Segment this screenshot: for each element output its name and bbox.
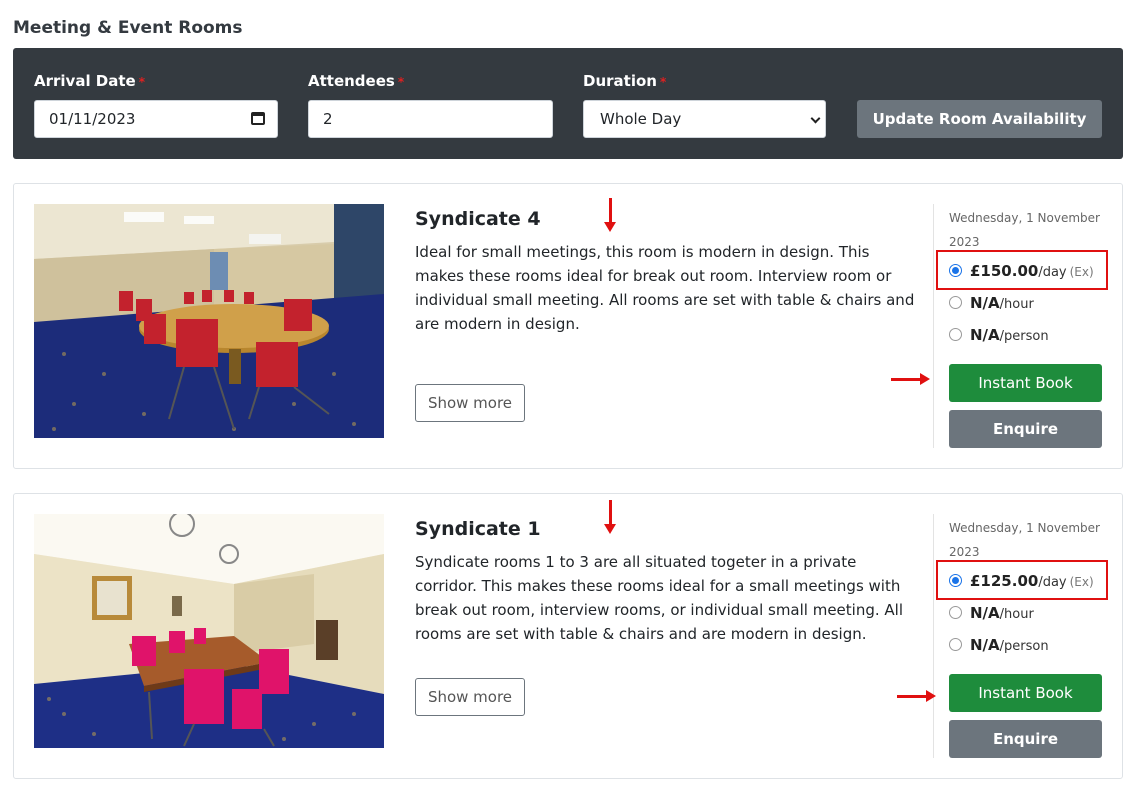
price-option-person[interactable]: N/A/person [949,326,1049,344]
price-option-hour[interactable]: N/A/hour [949,294,1034,312]
radio-hour[interactable] [949,606,962,619]
radio-person[interactable] [949,328,962,341]
calendar-icon[interactable] [251,112,265,125]
chevron-down-icon [810,113,821,124]
attendees-label: Attendees [308,72,395,90]
room-photo [34,514,384,748]
show-more-button[interactable]: Show more [415,678,525,716]
enquire-button[interactable]: Enquire [949,410,1102,448]
price-option-day[interactable]: £150.00/day (Ex) [949,262,1094,280]
radio-person[interactable] [949,638,962,651]
availability-search-bar: Arrival Date * 01/11/2023 Attendees * 2 Du… [13,48,1123,159]
room-card-syndicate-1: Syndicate 1 Syndicate rooms 1 to 3 are a… [13,493,1123,779]
duration-label: Duration [583,72,657,90]
annotation-arrow [604,198,616,232]
availability-date: Wednesday, 1 November 2023 [949,521,1100,559]
update-room-availability-button[interactable]: Update Room Availability [857,100,1102,138]
required-mark: * [659,75,667,89]
attendees-field: Attendees * 2 [308,71,553,138]
room-card-syndicate-4: Syndicate 4 Ideal for small meetings, th… [13,183,1123,469]
arrival-date-field: Arrival Date * 01/11/2023 [34,71,278,138]
annotation-arrow [891,373,930,385]
duration-field: Duration * Whole Day [583,71,826,138]
instant-book-button[interactable]: Instant Book [949,674,1102,712]
annotation-arrow [897,690,936,702]
availability-date: Wednesday, 1 November 2023 [949,211,1100,249]
enquire-button[interactable]: Enquire [949,720,1102,758]
room-description: Syndicate rooms 1 to 3 are all situated … [415,553,903,643]
show-more-button[interactable]: Show more [415,384,525,422]
price-option-person[interactable]: N/A/person [949,636,1049,654]
radio-hour[interactable] [949,296,962,309]
price-option-hour[interactable]: N/A/hour [949,604,1034,622]
page-title: Meeting & Event Rooms [13,18,243,38]
required-mark: * [397,75,405,89]
room-description: Ideal for small meetings, this room is m… [415,243,915,333]
annotation-arrow [604,500,616,534]
arrival-date-input[interactable]: 01/11/2023 [34,100,278,138]
room-name: Syndicate 4 [415,208,541,230]
price-column: Wednesday, 1 November 2023 £125.00/day (E… [933,514,1113,758]
arrival-date-label: Arrival Date [34,72,136,90]
price-option-day[interactable]: £125.00/day (Ex) [949,572,1094,590]
required-mark: * [138,75,146,89]
room-photo [34,204,384,438]
attendees-input[interactable]: 2 [308,100,553,138]
duration-select[interactable]: Whole Day [583,100,826,138]
radio-day[interactable] [949,574,962,587]
room-name: Syndicate 1 [415,518,541,540]
radio-day[interactable] [949,264,962,277]
price-column: Wednesday, 1 November 2023 £150.00/day (E… [933,204,1113,448]
instant-book-button[interactable]: Instant Book [949,364,1102,402]
